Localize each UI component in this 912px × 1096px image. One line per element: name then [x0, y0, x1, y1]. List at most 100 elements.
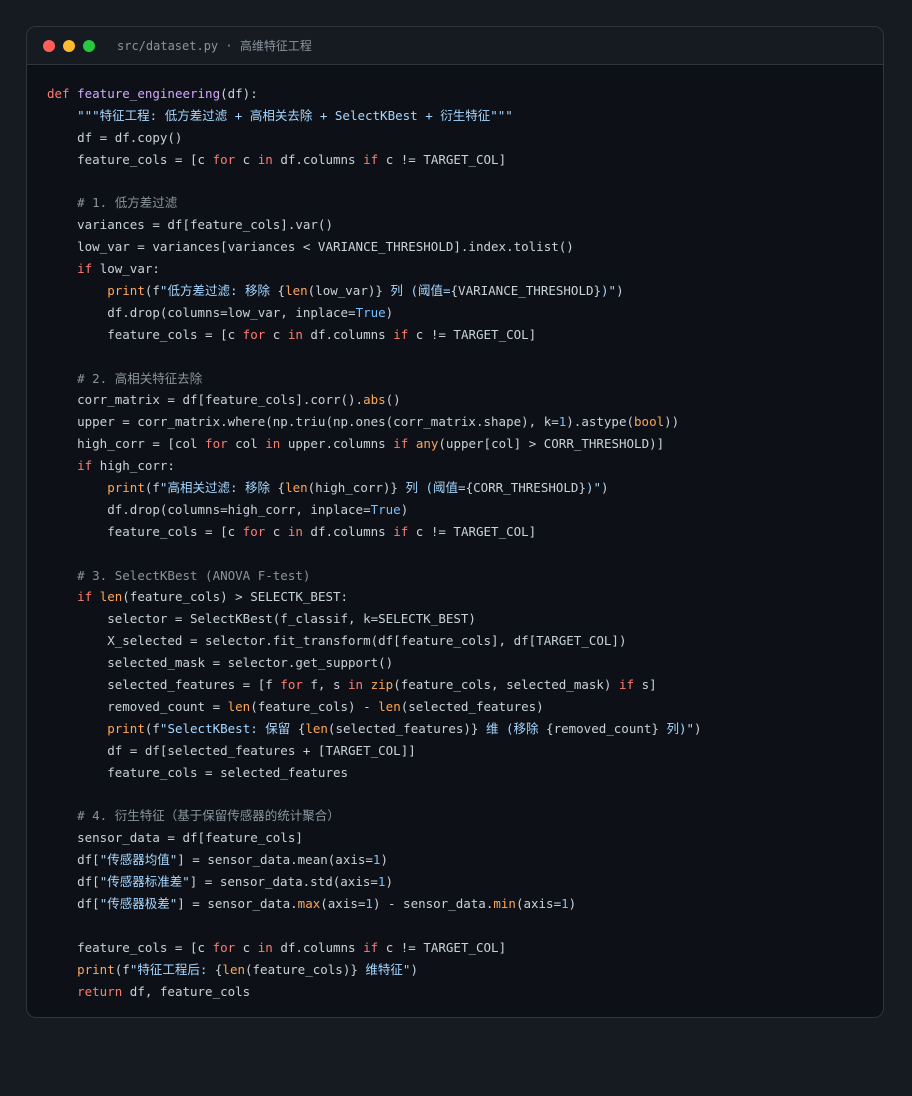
code-line: print(f"SelectKBest: 保留 {len(selected_fe…: [47, 718, 701, 740]
code-line: # 2. 高相关特征去除: [47, 368, 702, 390]
code-line: """特征工程: 低方差过滤 + 高相关去除 + SelectKBest + 衍…: [47, 105, 702, 127]
code-line: if high_corr:: [47, 455, 702, 477]
code-token: (feature_cols)}: [245, 961, 358, 977]
code-token: high_corr:: [92, 458, 175, 474]
code-token: "传感器均值": [99, 852, 178, 868]
code-token: if: [77, 589, 93, 605]
code-token: max: [297, 895, 321, 911]
code-line: feature_cols = [c for c in df.columns if…: [47, 324, 702, 346]
code-token: True: [355, 304, 386, 320]
code-line: sensor_data = df[feature_cols]: [47, 827, 702, 849]
code-line: if len(feature_cols) > SELECTK_BEST:: [47, 586, 702, 608]
code-token: if: [77, 458, 93, 474]
code-token: len: [305, 720, 328, 736]
code-token: for: [212, 939, 236, 955]
code-token: "传感器标准差": [99, 874, 190, 890]
code-token: c: [265, 326, 288, 342]
code-token: (axis=: [320, 895, 366, 911]
window-title: src/dataset.py · 高维特征工程: [117, 39, 312, 53]
code-line: feature_cols = [c for c in df.columns if…: [47, 937, 702, 959]
code-token: for: [212, 151, 236, 167]
code-line: df.drop(columns=high_corr, inplace=True): [47, 499, 702, 521]
code-line: selector = SelectKBest(f_classif, k=SELE…: [47, 608, 702, 630]
code-token: # 3. SelectKBest (ANOVA F-test): [77, 567, 311, 583]
code-line: low_var = variances[variances < VARIANCE…: [47, 236, 702, 258]
code-token: in: [287, 523, 303, 539]
code-line: feature_cols = [c for c in df.columns if…: [47, 149, 702, 171]
code-line: df.drop(columns=low_var, inplace=True): [47, 302, 702, 324]
code-token: (df):: [220, 86, 258, 101]
code-token: abs: [363, 392, 386, 408]
code-editor[interactable]: def feature_engineering(df): """特征工程: 低方…: [47, 83, 702, 1002]
code-line: # 1. 低方差过滤: [47, 192, 702, 214]
code-token: (high_corr)}: [307, 480, 398, 496]
code-token: df = df.copy(): [47, 129, 183, 145]
code-token: ): [400, 501, 409, 517]
close-window-button[interactable]: [43, 39, 55, 52]
code-token: selector = SelectKBest(f_classif, k=SELE…: [47, 611, 476, 627]
code-token: (selected_features)}: [327, 720, 479, 736]
code-token: len: [99, 589, 123, 605]
code-token: for: [242, 326, 266, 342]
code-token: selected_features = [f: [47, 677, 281, 693]
code-line: return df, feature_cols: [47, 981, 702, 1003]
code-token: df.drop(columns=high_corr, inplace=: [47, 501, 371, 517]
code-token: 列 (阈值=: [382, 283, 451, 299]
code-line: # 4. 衍生特征（基于保留传感器的统计聚合）: [47, 805, 702, 827]
code-token: len: [227, 698, 251, 714]
code-token: in: [257, 939, 273, 955]
code-token: upper = corr_matrix.where(np.triu(np.one…: [47, 414, 559, 430]
code-token: df[: [47, 852, 100, 868]
code-line: df = df.copy(): [47, 127, 702, 149]
code-token: (f: [144, 283, 160, 299]
code-token: low_var = variances[variances < VARIANCE…: [47, 239, 574, 255]
code-token: min: [493, 895, 516, 911]
code-line: def feature_engineering(df):: [47, 83, 702, 105]
code-token: # 1. 低方差过滤: [77, 195, 178, 211]
code-token: in: [348, 677, 364, 693]
code-token: feature_cols = selected_features: [47, 764, 349, 780]
code-token: 列 (阈值=: [397, 480, 466, 496]
code-token: in: [257, 151, 273, 167]
code-token: 维特征": [357, 961, 411, 977]
code-token: if: [618, 677, 635, 693]
code-line: removed_count = len(feature_cols) - len(…: [47, 696, 702, 718]
code-line: print(f"低方差过滤: 移除 {len(low_var)} 列 (阈值={…: [47, 280, 702, 302]
minimize-window-button[interactable]: [63, 39, 75, 52]
maximize-window-button[interactable]: [83, 39, 95, 52]
code-line: feature_cols = [c for c in df.columns if…: [47, 521, 702, 543]
code-line: print(f"高相关过滤: 移除 {len(high_corr)} 列 (阈值…: [47, 477, 702, 499]
code-token: ] = sensor_data.std(axis=: [189, 874, 378, 890]
code-token: if: [393, 436, 409, 452]
code-token: ] = sensor_data.mean(axis=: [177, 852, 373, 868]
code-token: print: [77, 961, 115, 977]
code-token: True: [370, 501, 401, 517]
code-line: upper = corr_matrix.where(np.triu(np.one…: [47, 411, 702, 433]
code-token: ): [385, 304, 394, 320]
code-token: df[: [47, 874, 100, 890]
code-token: )": [601, 283, 617, 299]
code-window: src/dataset.py · 高维特征工程 def feature_engi…: [26, 26, 884, 1018]
code-token: bool: [634, 414, 665, 430]
code-token: 1: [561, 895, 569, 911]
code-token: upper.columns: [280, 436, 394, 452]
code-token: print: [107, 480, 145, 496]
code-token: col: [227, 436, 266, 452]
code-token: len: [378, 698, 401, 714]
code-token: c: [235, 151, 258, 167]
code-token: ] = sensor_data.: [177, 895, 298, 911]
code-token: 1: [365, 895, 373, 911]
code-token: in: [265, 436, 281, 452]
code-token: df.drop(columns=low_var, inplace=: [47, 304, 356, 320]
code-line: corr_matrix = df[feature_cols].corr().ab…: [47, 389, 702, 411]
code-token: if: [77, 261, 93, 277]
